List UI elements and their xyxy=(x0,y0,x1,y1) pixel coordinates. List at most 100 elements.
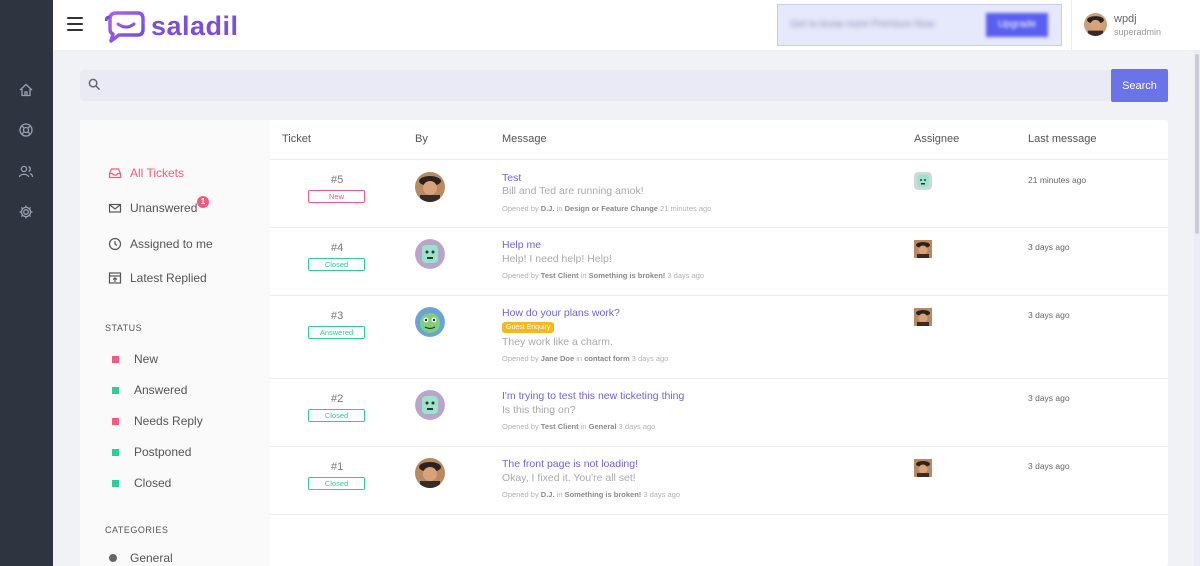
top-header: saladil Get to know more Premium Now Upg… xyxy=(53,0,1200,50)
sidebar-item-label: Assigned to me xyxy=(130,237,213,251)
categories-heading: CATEGORIES xyxy=(105,525,169,535)
status-item-needs-reply[interactable]: Needs Reply xyxy=(112,413,203,429)
meta-author[interactable]: D.J. xyxy=(541,204,555,213)
reply-icon xyxy=(108,271,122,285)
author-avatar[interactable] xyxy=(415,307,445,337)
assignee-avatar[interactable] xyxy=(914,308,932,326)
status-item-answered[interactable]: Answered xyxy=(112,382,187,398)
meta-author[interactable]: Test Client xyxy=(541,422,579,431)
assignee-avatar[interactable] xyxy=(914,240,932,258)
chat-bubble-logo-icon xyxy=(105,11,145,43)
hamburger-menu-icon[interactable] xyxy=(67,17,83,31)
home-icon[interactable] xyxy=(18,82,34,98)
status-badge: Closed xyxy=(308,258,365,271)
meta-category[interactable]: Something is broken! xyxy=(589,271,666,280)
promo-button[interactable]: Upgrade xyxy=(986,13,1048,37)
meta-category[interactable]: contact form xyxy=(584,354,629,363)
meta-author[interactable]: D.J. xyxy=(541,490,555,499)
category-item-general[interactable]: General xyxy=(109,550,173,566)
search-input[interactable] xyxy=(106,72,1106,99)
status-badge: New xyxy=(308,190,365,203)
ticket-meta: Opened by Test Client in General 3 days … xyxy=(502,422,656,431)
promo-banner[interactable]: Get to know more Premium Now Upgrade xyxy=(777,4,1062,46)
column-header-by[interactable]: By xyxy=(415,133,428,145)
guest-enquiry-tag: Guest Enquiry xyxy=(502,322,555,333)
lifebuoy-icon[interactable] xyxy=(18,122,34,138)
search-button[interactable]: Search xyxy=(1111,69,1168,102)
table-row[interactable]: #3 Answered How do your plans work? Gues… xyxy=(270,296,1168,379)
category-dot xyxy=(109,554,117,562)
column-header-ticket[interactable]: Ticket xyxy=(282,133,311,145)
meta-author[interactable]: Jane Doe xyxy=(541,354,574,363)
user-menu[interactable]: wpdj superadmin xyxy=(1071,0,1200,50)
sidebar-item-assigned-to-me[interactable]: Assigned to me xyxy=(108,234,213,254)
user-name: wpdj xyxy=(1114,13,1137,25)
column-header-assignee[interactable]: Assignee xyxy=(914,133,959,145)
status-item-postponed[interactable]: Postponed xyxy=(112,444,191,460)
meta-author[interactable]: Test Client xyxy=(541,271,579,280)
last-message-time: 21 minutes ago xyxy=(1028,175,1087,185)
status-color-square xyxy=(112,386,119,394)
ticket-title-link[interactable]: The front page is not loading! xyxy=(502,458,638,470)
category-label: General xyxy=(130,551,173,565)
ticket-title-link[interactable]: How do your plans work? xyxy=(502,307,620,319)
sidebar-item-label: All Tickets xyxy=(130,166,185,180)
page-scrollbar-thumb[interactable] xyxy=(1195,54,1199,234)
sidebar-item-all-tickets[interactable]: All Tickets xyxy=(108,163,184,183)
author-avatar[interactable] xyxy=(415,458,445,488)
brand-name: saladil xyxy=(151,10,239,41)
status-label: Postponed xyxy=(134,445,192,459)
ticket-excerpt: Help! I need help! Help! xyxy=(502,253,612,265)
status-color-square xyxy=(112,355,119,363)
sidebar-item-label: Unanswered xyxy=(130,201,198,215)
meta-category[interactable]: General xyxy=(589,422,617,431)
ticket-title-link[interactable]: I'm trying to test this new ticketing th… xyxy=(502,390,684,402)
author-avatar[interactable] xyxy=(415,172,445,202)
tickets-card: All Tickets Unanswered 1 Assigned to me … xyxy=(80,120,1168,566)
ticket-excerpt: Okay, I fixed it. You're all set! xyxy=(502,472,636,484)
status-color-square xyxy=(112,448,119,456)
status-label: Answered xyxy=(134,383,188,397)
meta-category[interactable]: Design or Feature Change xyxy=(565,204,658,213)
gear-icon[interactable] xyxy=(18,204,34,220)
assignee-avatar[interactable] xyxy=(914,172,932,190)
table-row[interactable]: #2 Closed I'm trying to test this new ti… xyxy=(270,379,1168,447)
status-item-new[interactable]: New xyxy=(112,351,158,367)
author-avatar[interactable] xyxy=(415,390,445,420)
ticket-meta: Opened by D.J. in Something is broken! 3… xyxy=(502,490,681,499)
ticket-title-link[interactable]: Help me xyxy=(502,239,541,251)
promo-text: Get to know more Premium Now xyxy=(790,19,935,30)
brand-logo[interactable]: saladil xyxy=(105,9,239,43)
status-color-square xyxy=(112,479,119,487)
meta-category[interactable]: Something is broken! xyxy=(565,490,642,499)
clock-icon xyxy=(108,237,122,251)
last-message-time: 3 days ago xyxy=(1028,393,1070,403)
author-avatar[interactable] xyxy=(415,239,445,269)
column-header-message[interactable]: Message xyxy=(502,133,547,145)
ticket-filter-sidebar: All Tickets Unanswered 1 Assigned to me … xyxy=(80,120,270,566)
unanswered-count-badge: 1 xyxy=(197,196,209,208)
ticket-number: #4 xyxy=(331,242,344,254)
status-badge: Closed xyxy=(308,477,365,490)
ticket-number: #1 xyxy=(331,461,344,473)
table-row[interactable]: #4 Closed Help me Help! I need help! Hel… xyxy=(270,228,1168,296)
table-row[interactable]: #1 Closed The front page is not loading!… xyxy=(270,447,1168,515)
ticket-number: #5 xyxy=(331,174,344,186)
sidebar-item-unanswered[interactable]: Unanswered xyxy=(108,198,197,218)
sidebar-item-label: Latest Replied xyxy=(130,271,207,285)
ticket-title-link[interactable]: Test xyxy=(502,172,521,184)
column-header-last-message[interactable]: Last message xyxy=(1028,133,1096,145)
assignee-avatar[interactable] xyxy=(914,459,932,477)
ticket-meta: Opened by Test Client in Something is br… xyxy=(502,271,705,280)
table-row[interactable]: #5 New Test Bill and Ted are running amo… xyxy=(270,160,1168,228)
status-item-closed[interactable]: Closed xyxy=(112,475,171,491)
envelope-icon xyxy=(108,201,122,215)
last-message-time: 3 days ago xyxy=(1028,461,1070,471)
sidebar-item-latest-replied[interactable]: Latest Replied xyxy=(108,268,207,288)
user-avatar xyxy=(1084,13,1107,36)
status-badge: Closed xyxy=(308,409,365,422)
ticket-meta: Opened by D.J. in Design or Feature Chan… xyxy=(502,204,712,213)
inbox-icon xyxy=(108,166,122,180)
ticket-meta: Opened by Jane Doe in contact form 3 day… xyxy=(502,354,669,363)
users-icon[interactable] xyxy=(18,163,34,179)
